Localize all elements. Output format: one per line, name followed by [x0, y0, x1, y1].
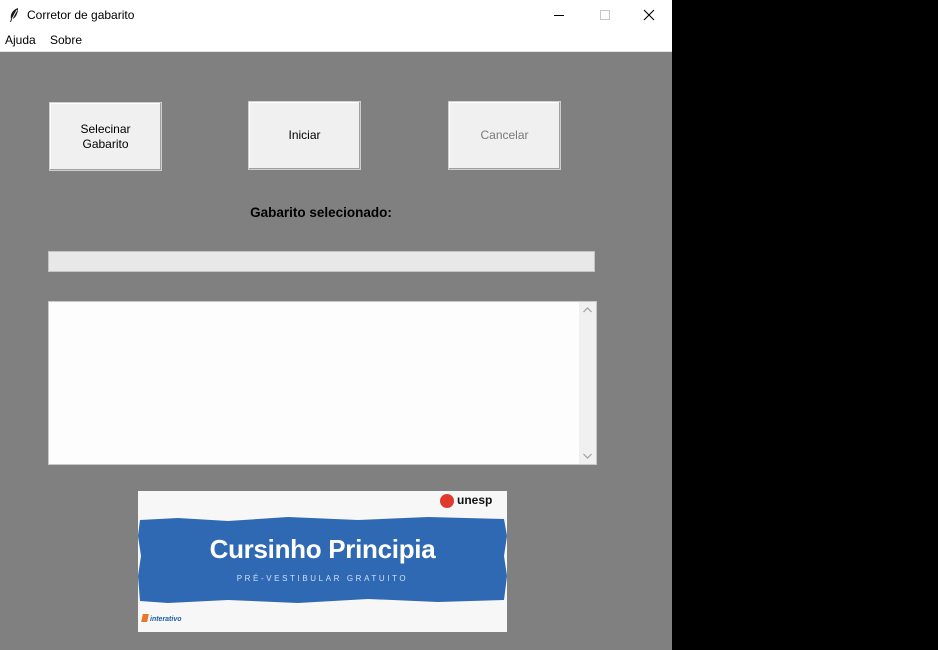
selected-answer-key-label: Gabarito selecionado:	[250, 205, 392, 220]
unesp-logo: unesp	[457, 493, 493, 507]
minimize-icon	[554, 15, 564, 16]
menu-ajuda[interactable]: Ajuda	[5, 33, 36, 47]
cancel-label: Cancelar	[480, 128, 529, 142]
banner-subtitle: PRÉ-VESTIBULAR GRATUITO	[236, 574, 409, 583]
minimize-button[interactable]	[536, 0, 582, 30]
cursinho-principia-banner: Cursinho Principia PRÉ-VESTIBULAR GRATUI…	[138, 491, 507, 632]
maximize-icon	[600, 10, 610, 20]
close-button[interactable]	[626, 0, 672, 30]
menu-sobre[interactable]: Sobre	[50, 33, 82, 47]
scroll-down-icon[interactable]	[583, 453, 592, 459]
select-answer-key-label: Selecinar Gabarito	[80, 121, 131, 151]
scroll-up-icon[interactable]	[583, 307, 592, 313]
selected-file-field	[48, 251, 595, 272]
banner-title: Cursinho Principia	[209, 534, 436, 564]
maximize-button[interactable]	[582, 0, 628, 30]
vertical-scrollbar[interactable]	[579, 302, 596, 464]
menu-bar: Ajuda Sobre	[0, 30, 672, 52]
app-window: Corretor de gabarito Ajuda Sobre Selecin…	[0, 0, 672, 650]
interativo-logo: interativo	[141, 614, 182, 623]
feather-icon	[8, 7, 20, 23]
unesp-seal-icon	[440, 494, 454, 508]
start-label: Iniciar	[288, 128, 321, 142]
window-title: Corretor de gabarito	[27, 8, 135, 22]
title-bar[interactable]: Corretor de gabarito	[0, 0, 672, 30]
cancel-button[interactable]: Cancelar	[448, 101, 561, 170]
interativo-mark-icon	[141, 614, 149, 622]
output-text-area[interactable]	[48, 301, 597, 465]
interativo-logo-text: interativo	[150, 616, 182, 623]
close-icon	[643, 9, 655, 21]
start-button[interactable]: Iniciar	[248, 101, 361, 170]
select-answer-key-button[interactable]: Selecinar Gabarito	[49, 102, 162, 171]
